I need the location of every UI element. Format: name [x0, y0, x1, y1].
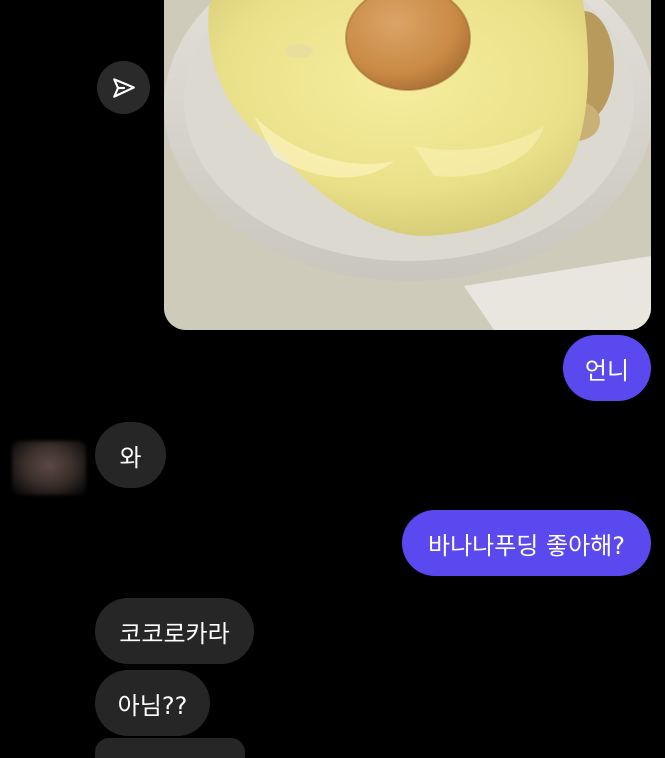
message-text: 코코로카라 [119, 619, 230, 648]
share-button[interactable] [97, 61, 150, 114]
received-message[interactable]: 아님?? [95, 670, 210, 736]
received-message[interactable]: 와 [95, 422, 166, 488]
message-text: 언니 [584, 356, 630, 385]
received-message-partial[interactable] [95, 738, 245, 758]
message-text: 바나나푸딩 좋아해? [427, 531, 625, 560]
paper-plane-icon [112, 77, 135, 98]
received-message[interactable]: 코코로카라 [95, 598, 254, 664]
sent-message[interactable]: 언니 [563, 335, 651, 401]
sent-message[interactable]: 바나나푸딩 좋아해? [402, 510, 651, 576]
message-text: 아님?? [117, 691, 188, 720]
avatar[interactable] [12, 441, 86, 495]
shared-photo[interactable] [164, 0, 651, 330]
message-text: 와 [119, 443, 142, 472]
banana-pudding-photo [164, 0, 651, 330]
